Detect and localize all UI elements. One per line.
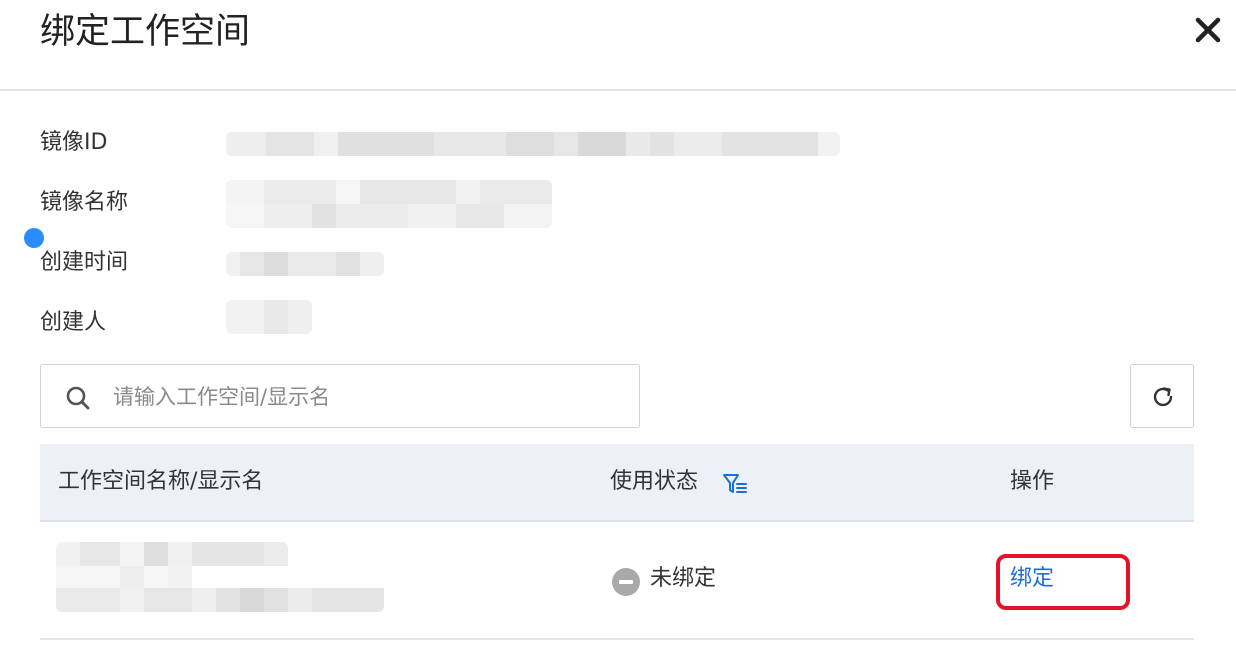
refresh-button[interactable] [1130,364,1194,428]
search-input[interactable] [113,375,613,419]
creator-value-redacted [226,300,312,334]
created-time-label: 创建时间 [40,250,129,275]
dialog-title: 绑定工作空间 [40,12,251,52]
image-name-label: 镜像名称 [40,190,129,215]
bind-link[interactable]: 绑定 [1010,564,1054,594]
table-row: 未绑定 绑定 [40,522,1194,640]
dialog-header: 绑定工作空间 [0,0,1236,91]
workspace-name-redacted [56,542,288,566]
table-header: 工作空间名称/显示名 使用状态 操作 [40,444,1194,522]
creator-label: 创建人 [40,310,107,335]
filter-icon[interactable] [722,472,748,496]
close-icon [1195,17,1221,43]
created-time-value-redacted [226,252,384,276]
search-box [40,364,640,428]
column-workspace-name: 工作空间名称/显示名 [58,469,264,494]
column-operation: 操作 [1010,469,1055,494]
workspace-display-name-redacted [56,588,384,612]
search-icon [66,386,90,410]
workspace-name-redacted-2 [56,566,192,588]
close-button[interactable] [1192,14,1224,46]
indicator-dot [24,228,44,248]
column-usage-status: 使用状态 [610,469,699,494]
image-id-label: 镜像ID [40,130,108,155]
image-id-value-redacted [226,132,840,156]
image-name-value-redacted [226,180,552,228]
unbound-status-icon [612,568,640,596]
refresh-icon [1153,387,1173,407]
status-text: 未绑定 [650,566,717,591]
